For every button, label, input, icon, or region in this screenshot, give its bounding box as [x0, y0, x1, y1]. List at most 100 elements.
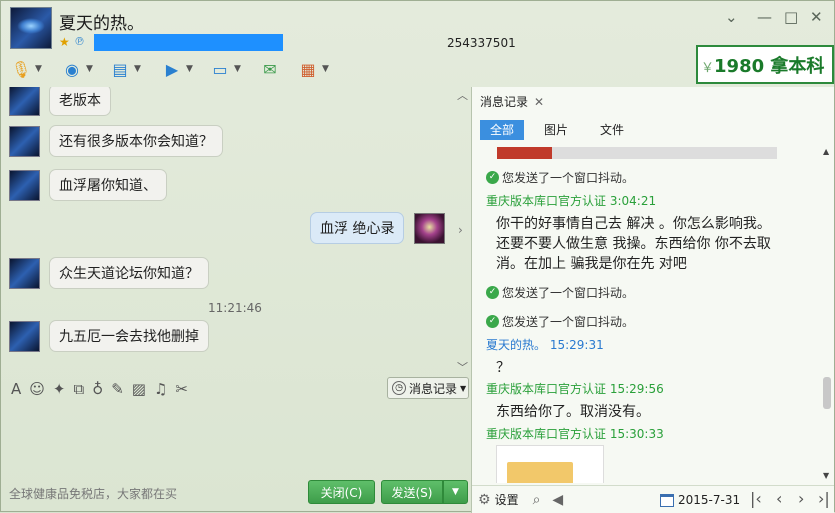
- image-icon[interactable]: ▨: [132, 380, 146, 398]
- gear-icon[interactable]: ⚙: [478, 492, 491, 508]
- settings-link[interactable]: 设置: [495, 491, 519, 508]
- screenshot-icon[interactable]: ⧉: [73, 380, 84, 398]
- first-page-icon[interactable]: |‹: [750, 489, 762, 508]
- screen-share-icon: ▤: [112, 59, 128, 79]
- history-scrollbar[interactable]: ▲ ▼: [821, 145, 833, 483]
- screen-share-button[interactable]: ▤ ▼: [109, 57, 141, 81]
- avatar[interactable]: [9, 169, 40, 201]
- message-text[interactable]: ？: [496, 358, 510, 378]
- chevron-down-icon: ▼: [134, 64, 141, 74]
- chevron-down-icon: ▼: [234, 64, 241, 74]
- send-button[interactable]: 发送(S): [381, 480, 443, 504]
- next-page-icon[interactable]: ›: [798, 489, 804, 508]
- message-row: 还有很多版本你会知道？: [9, 125, 223, 157]
- close-button[interactable]: 关闭(C): [308, 480, 375, 504]
- chat-add-icon: ✉: [263, 59, 277, 79]
- prev-page-icon[interactable]: ‹: [776, 489, 782, 508]
- close-icon[interactable]: ✕: [534, 95, 544, 109]
- remote-desktop-icon: ▭: [212, 59, 228, 79]
- filter-images[interactable]: 图片: [544, 120, 568, 140]
- message-bubble[interactable]: 众生天道论坛你知道？: [49, 257, 209, 289]
- qq-status-icon: ℗: [74, 35, 85, 48]
- file-transfer-button[interactable]: ▶ ▼: [161, 57, 193, 81]
- chevron-down-icon[interactable]: ﹀: [457, 359, 468, 375]
- filter-all[interactable]: 全部: [480, 120, 525, 140]
- avatar[interactable]: [414, 212, 446, 244]
- remote-desktop-button[interactable]: ▭ ▼: [209, 57, 241, 81]
- date-picker[interactable]: 2015-7-31: [660, 493, 740, 507]
- edit-icon[interactable]: ✎: [111, 380, 124, 398]
- scroll-up-icon[interactable]: ▲: [823, 147, 829, 156]
- message-bubble[interactable]: 血浮屠你知道、: [49, 169, 167, 201]
- chevron-down-icon[interactable]: ⌄: [725, 8, 738, 26]
- message-row: 九五厄一会去找他删掉: [9, 320, 209, 352]
- webcam-button[interactable]: ◉ ▼: [61, 57, 93, 81]
- last-page-icon[interactable]: ›|: [818, 489, 830, 508]
- check-icon: ✓: [486, 171, 499, 184]
- avatar[interactable]: [9, 125, 40, 157]
- close-icon[interactable]: ✕: [810, 8, 823, 26]
- chat-area[interactable]: 老版本 还有很多版本你会知道？ 血浮屠你知道、 血浮 绝心录 众生天道论坛你知道…: [3, 87, 470, 371]
- voice-icon[interactable]: ♁: [92, 380, 103, 398]
- message-text[interactable]: 你干的好事情自己去 解决 。你怎么影响我。 还要不要人做生意 我操。东西给你 你不…: [496, 214, 771, 274]
- star-icon: ★: [59, 35, 70, 49]
- message-text[interactable]: 东西给你了。取消没有。: [496, 402, 650, 422]
- history-footer: ⚙ 设置 ⌕ ◀ 2015-7-31 |‹ ‹ › ›|: [472, 485, 834, 513]
- shake-icon[interactable]: ✦: [53, 380, 66, 398]
- music-icon[interactable]: ♫: [154, 380, 167, 398]
- tab-message-history[interactable]: 消息记录 ✕: [480, 93, 544, 110]
- system-notice: ✓ 您发送了一个窗口抖动。: [486, 169, 634, 186]
- chevron-down-icon: ▼: [460, 383, 467, 393]
- search-icon[interactable]: ⌕: [533, 492, 541, 508]
- filter-files[interactable]: 文件: [600, 120, 624, 140]
- maximize-icon[interactable]: □: [784, 8, 798, 26]
- webcam-icon: ◉: [65, 59, 79, 79]
- avatar[interactable]: [9, 320, 40, 352]
- scroll-thumb[interactable]: [823, 377, 831, 409]
- chevron-down-icon: ▼: [322, 64, 329, 74]
- scroll-down-icon[interactable]: ▼: [823, 471, 829, 480]
- ad-banner[interactable]: ￥1980 拿本科: [696, 45, 834, 84]
- system-notice: ✓ 您发送了一个窗口抖动。: [486, 284, 634, 301]
- send-options-button[interactable]: ▼: [443, 480, 468, 504]
- message-row: 血浮屠你知道、: [9, 169, 167, 201]
- message-bubble[interactable]: 九五厄一会去找他删掉: [49, 320, 209, 352]
- contact-avatar[interactable]: [10, 7, 52, 49]
- apps-icon: ▦: [300, 59, 316, 79]
- collapse-panel-icon[interactable]: ›: [458, 223, 463, 237]
- chat-add-button[interactable]: ✉: [259, 57, 281, 81]
- chat-window: 夏天的热。 ★ ℗ 254337501 ⌄ — □ ✕ ￥1980 拿本科 🎙 ▼…: [0, 0, 835, 513]
- signature-bar: [94, 34, 283, 51]
- chevron-up-icon[interactable]: ︿: [457, 87, 468, 103]
- footer-ad-link[interactable]: 全球健康品免税店，大家都在买: [9, 485, 177, 502]
- chevron-down-icon: ▼: [186, 64, 193, 74]
- history-list[interactable]: ✓ 您发送了一个窗口抖动。 重庆版本库口官方认证 3:04:21 你干的好事情自己…: [472, 145, 818, 483]
- avatar[interactable]: [9, 257, 40, 289]
- system-notice: ✓ 您发送了一个窗口抖动。: [486, 313, 634, 330]
- message-row: 众生天道论坛你知道？: [9, 257, 209, 289]
- file-thumbnail[interactable]: [496, 445, 604, 483]
- font-icon[interactable]: A: [11, 380, 21, 398]
- sender-header: 重庆版本库口官方认证 15:29:56: [486, 382, 664, 396]
- image-thumbnail[interactable]: [497, 147, 777, 159]
- history-panel: 消息记录 ✕ 全部 图片 文件 ✓ 您发送了一个窗口抖动。 重庆版本库口官方认证 3…: [472, 87, 834, 513]
- emoji-icon[interactable]: ☺: [29, 380, 45, 398]
- speaker-icon[interactable]: ◀: [552, 492, 563, 508]
- message-record-button[interactable]: ◷ 消息记录 ▼: [387, 377, 469, 399]
- microphone-icon: 🎙: [10, 59, 32, 79]
- scissors-icon[interactable]: ✂: [175, 380, 188, 398]
- avatar[interactable]: [9, 87, 40, 116]
- message-bubble[interactable]: 血浮 绝心录: [310, 212, 405, 244]
- sender-header: 重庆版本库口官方认证 15:30:33: [486, 427, 664, 441]
- microphone-button[interactable]: 🎙 ▼: [10, 57, 42, 81]
- minimize-icon[interactable]: —: [757, 8, 772, 26]
- sender-header: 重庆版本库口官方认证 3:04:21: [486, 194, 657, 208]
- file-transfer-icon: ▶: [165, 59, 179, 79]
- calendar-icon: [660, 493, 674, 507]
- message-timestamp: 11:21:46: [208, 301, 262, 315]
- clock-icon: ◷: [392, 381, 406, 395]
- message-bubble[interactable]: 还有很多版本你会知道？: [49, 125, 223, 157]
- message-bubble[interactable]: 老版本: [49, 87, 111, 116]
- message-input[interactable]: [3, 404, 469, 476]
- apps-button[interactable]: ▦ ▼: [297, 57, 329, 81]
